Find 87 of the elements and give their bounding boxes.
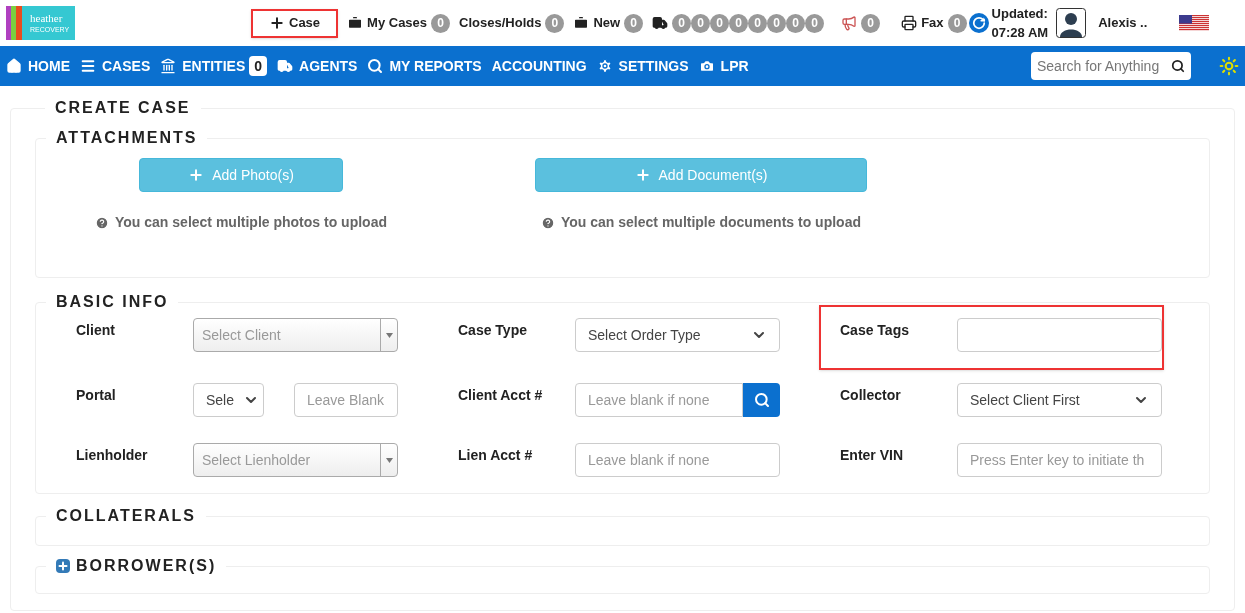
top-link[interactable]: My Cases 0 (347, 8, 451, 38)
field-label: Portal (76, 386, 117, 405)
expand-icon[interactable] (56, 559, 70, 573)
field-label: Lien Acct # (458, 446, 534, 465)
nav-link[interactable]: SETTINGS (596, 55, 689, 77)
camera-icon (698, 58, 715, 74)
briefcase-icon (347, 15, 364, 31)
truck-icon (277, 58, 294, 74)
count-badge: 0 (805, 13, 825, 33)
search-field[interactable]: Search for Anything (1031, 52, 1191, 80)
user-name[interactable]: Alexis .. (1098, 13, 1148, 33)
bank-icon (160, 58, 177, 74)
field-label: Case Type (458, 321, 528, 340)
home-icon (6, 58, 22, 74)
nav-link[interactable]: CASES (80, 55, 151, 77)
section-title: CREATE CASE (55, 99, 191, 116)
select-field[interactable]: Select Client First (957, 383, 1162, 417)
count-badge: 0 (249, 56, 268, 76)
field-label: Client (76, 321, 116, 340)
count-badge: 0 (672, 13, 692, 33)
hint-text: You can select multiple photos to upload (115, 213, 387, 232)
section-title: COLLATERALS (56, 507, 196, 524)
section-title: BORROWER(S) (76, 556, 217, 576)
nav-link[interactable]: ENTITIES 0 (160, 55, 268, 77)
sun-icon[interactable] (1219, 56, 1239, 76)
fax-icon (901, 15, 918, 31)
count-badge: 0 (861, 13, 881, 33)
menu-icon (80, 58, 96, 74)
stripes-icon (6, 6, 22, 40)
refresh-icon[interactable] (968, 13, 989, 33)
logo-text: heather (30, 13, 64, 24)
section-title: BASIC INFO (56, 293, 169, 310)
updated-time: 07:28 AM (991, 24, 1049, 42)
count-badge: 0 (624, 13, 644, 33)
field-label: Client Acct # (458, 386, 544, 405)
help-icon (541, 215, 555, 230)
caret-icon (385, 457, 393, 463)
search-icon (367, 58, 384, 74)
top-link[interactable]: New 0 (573, 8, 644, 38)
settings-icon (596, 58, 613, 74)
nav-link[interactable]: ACCOUNTING (491, 55, 587, 77)
avatar-icon[interactable] (1056, 8, 1087, 38)
top-link[interactable]: Closes/Holds 0 (459, 8, 565, 38)
field-label: Collector (840, 386, 902, 405)
count-badge: 0 (729, 13, 749, 33)
vin-field[interactable]: Press Enter key to initiate th (957, 443, 1162, 477)
text-field[interactable]: Leave blank if none (575, 383, 743, 417)
search-icon (753, 392, 770, 408)
text-field[interactable]: Leave blank if none (575, 443, 780, 477)
count-badge: 0 (786, 13, 806, 33)
top-link[interactable]: 0 (841, 8, 881, 38)
search-button[interactable] (743, 383, 780, 417)
text-field[interactable] (957, 318, 1162, 352)
nav-link[interactable]: AGENTS (277, 55, 358, 77)
nav-link[interactable]: HOME (6, 55, 70, 77)
updated-label: Updated: (991, 5, 1049, 23)
plus-icon (634, 167, 651, 183)
megaphone-icon (841, 15, 858, 31)
briefcase-icon (573, 15, 590, 31)
field-label: Enter VIN (840, 446, 904, 465)
count-badge: 0 (710, 13, 730, 33)
nav-link[interactable]: LPR (698, 55, 749, 77)
count-badge: 0 (767, 13, 787, 33)
top-link[interactable]: Fax 0 (901, 8, 967, 38)
hint-text: You can select multiple documents to upload (561, 213, 861, 232)
top-link[interactable]: Case (251, 8, 339, 38)
select-field[interactable]: Sele (193, 383, 264, 417)
truck-icon (652, 15, 669, 31)
count-badge: 0 (947, 13, 967, 33)
nav-link[interactable]: MY REPORTS (367, 55, 482, 77)
caret-icon (385, 332, 393, 338)
client-combo[interactable]: Select Client (193, 318, 398, 352)
help-icon (95, 215, 109, 230)
top-link[interactable]: 0 0 0 0 0 0 0 0 (652, 8, 825, 38)
count-badge: 0 (545, 13, 565, 33)
field-label: Lienholder (76, 446, 149, 465)
count-badge: 0 (431, 13, 451, 33)
plus-icon (269, 15, 285, 31)
count-badge: 0 (748, 13, 768, 33)
field-label: Case Tags (840, 321, 910, 340)
text-field[interactable]: Leave Blank (294, 383, 398, 417)
search-icon (1171, 59, 1185, 73)
select-field[interactable]: Select Order Type (575, 318, 780, 352)
count-badge: 0 (691, 13, 711, 33)
client-combo[interactable]: Select Lienholder (193, 443, 398, 477)
section-title: ATTACHMENTS (56, 129, 198, 146)
flag-icon[interactable] (1179, 15, 1209, 31)
